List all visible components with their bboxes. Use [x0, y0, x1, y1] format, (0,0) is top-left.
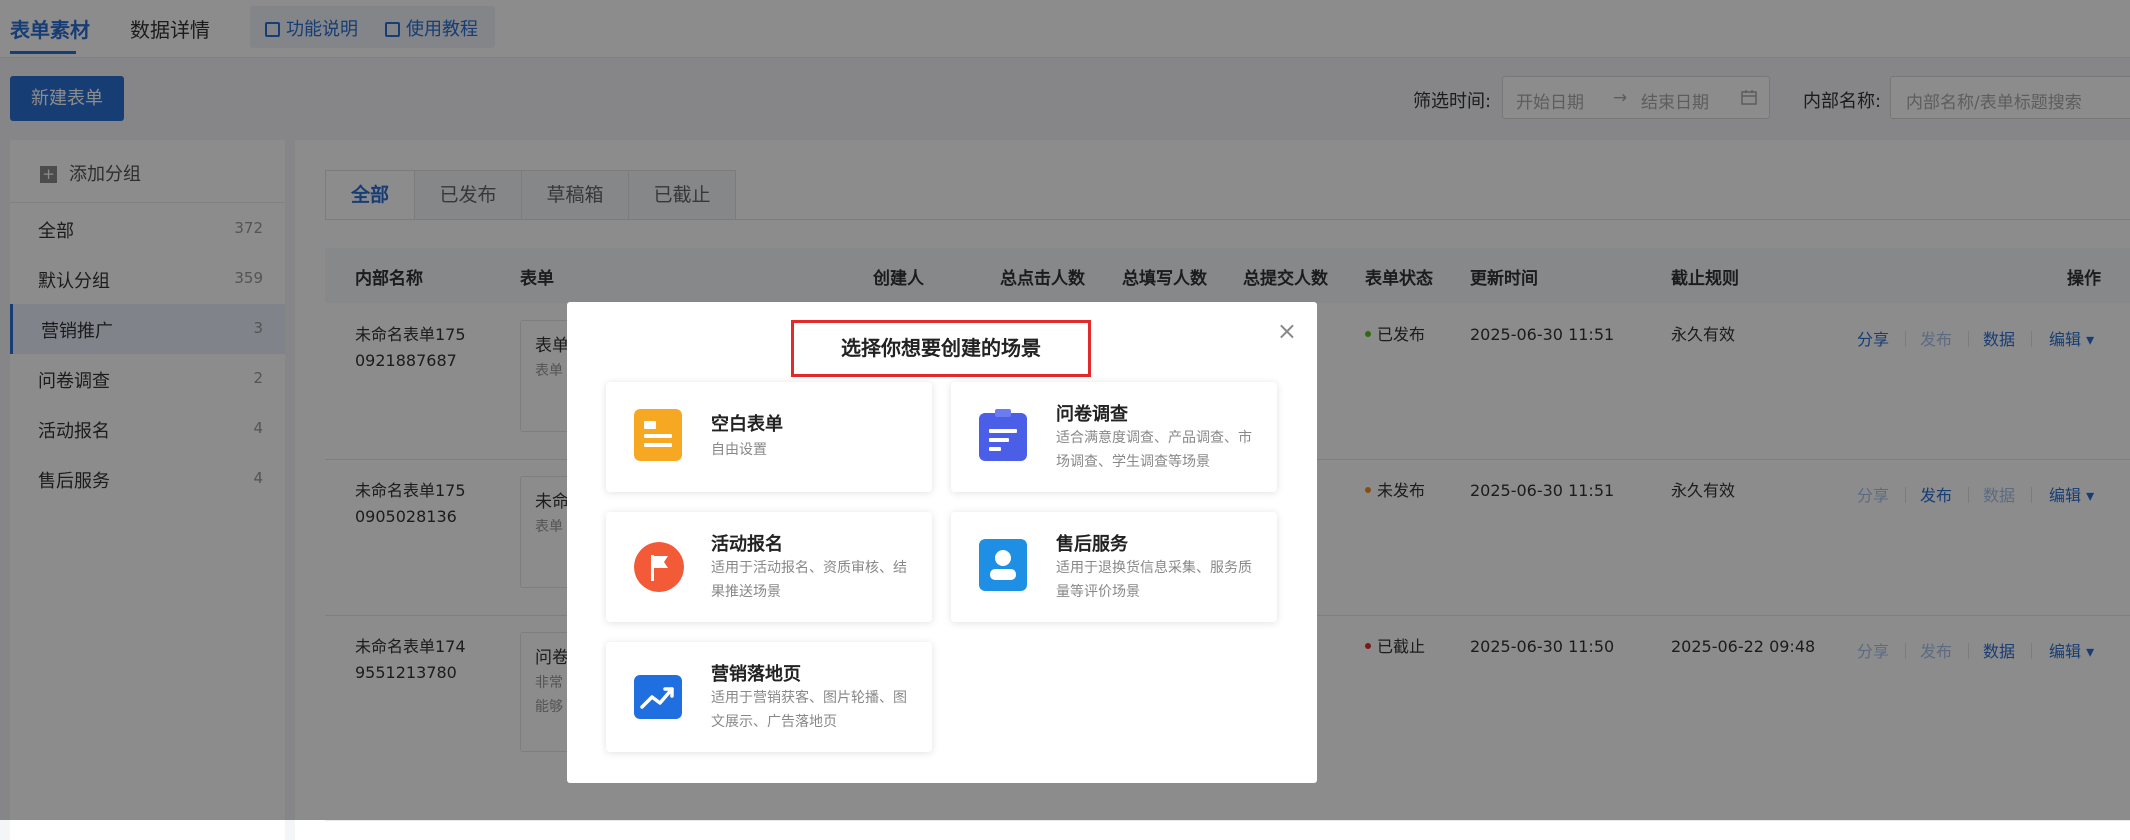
- scene-card-blank-form[interactable]: 空白表单 自由设置: [606, 382, 932, 492]
- card-title: 问卷调查: [1056, 404, 1128, 425]
- flag-icon: [634, 542, 684, 592]
- scene-card-after-sales[interactable]: 售后服务 适用于退换货信息采集、服务质量等评价场景: [951, 512, 1277, 622]
- card-description: 适用于营销获客、图片轮播、图文展示、广告落地页: [711, 690, 907, 730]
- card-title: 活动报名: [711, 534, 783, 555]
- survey-clipboard-icon: [979, 409, 1027, 461]
- blank-form-icon: [634, 409, 682, 461]
- card-description: 适用于退换货信息采集、服务质量等评价场景: [1056, 560, 1252, 600]
- scene-card-survey[interactable]: 问卷调查 适合满意度调查、产品调查、市场调查、学生调查等场景: [951, 382, 1277, 492]
- modal-title: 选择你想要创建的场景: [791, 320, 1091, 377]
- scene-select-modal: 选择你想要创建的场景 × 空白表单 自由设置 问卷调查 适合满意度调查、产品调查…: [567, 302, 1317, 783]
- card-title: 空白表单: [711, 414, 783, 435]
- card-title: 营销落地页: [711, 664, 801, 685]
- trend-chart-icon: [634, 675, 682, 719]
- card-description: 适合满意度调查、产品调查、市场调查、学生调查等场景: [1056, 430, 1252, 470]
- card-title: 售后服务: [1056, 534, 1128, 555]
- scene-card-event-signup[interactable]: 活动报名 适用于活动报名、资质审核、结果推送场景: [606, 512, 932, 622]
- card-description: 适用于活动报名、资质审核、结果推送场景: [711, 560, 907, 600]
- close-icon[interactable]: ×: [1277, 319, 1297, 343]
- scene-card-marketing-landing[interactable]: 营销落地页 适用于营销获客、图片轮播、图文展示、广告落地页: [606, 642, 932, 752]
- card-description: 自由设置: [711, 442, 767, 458]
- user-badge-icon: [979, 539, 1027, 591]
